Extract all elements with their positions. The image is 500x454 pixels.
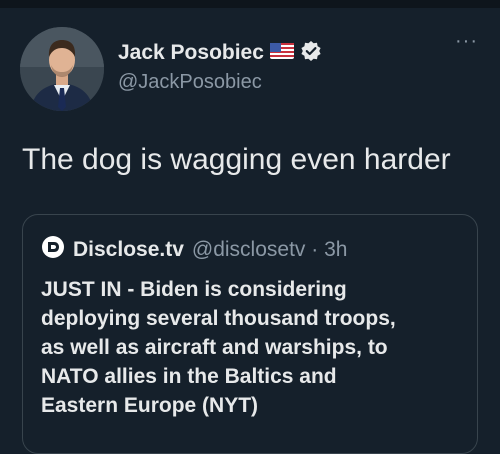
- quoted-tweet-text: JUST IN - Biden is considering deploying…: [41, 275, 461, 420]
- avatar[interactable]: [20, 27, 104, 111]
- quoted-tweet[interactable]: Disclose.tv @disclosetv · 3h JUST IN - B…: [22, 214, 478, 454]
- author-display-name[interactable]: Jack Posobiec: [118, 41, 264, 65]
- quoted-tweet-header: Disclose.tv @disclosetv · 3h: [41, 235, 347, 264]
- quoted-source-name[interactable]: Disclose.tv: [73, 238, 184, 262]
- quoted-text-line: deploying several thousand troops,: [41, 307, 396, 330]
- tweet-text: The dog is wagging even harder: [22, 143, 451, 176]
- us-flag-icon: [269, 42, 294, 64]
- verified-badge-icon: [300, 40, 322, 67]
- quoted-text-line: Eastern Europe (NYT): [41, 394, 259, 417]
- more-options-icon[interactable]: ···: [455, 31, 478, 51]
- quoted-text-line: NATO allies in the Baltics and: [41, 365, 337, 388]
- disclose-logo-icon: [41, 235, 65, 264]
- top-divider: [0, 0, 500, 8]
- author-name-row: Jack Posobiec: [118, 40, 322, 66]
- avatar-photo: [20, 27, 104, 111]
- quoted-text-line: as well as aircraft and warships, to: [41, 336, 388, 359]
- quoted-text-line: JUST IN - Biden is considering: [41, 278, 347, 301]
- author-handle[interactable]: @JackPosobiec: [118, 71, 262, 94]
- quoted-handle-time: @disclosetv · 3h: [191, 237, 348, 261]
